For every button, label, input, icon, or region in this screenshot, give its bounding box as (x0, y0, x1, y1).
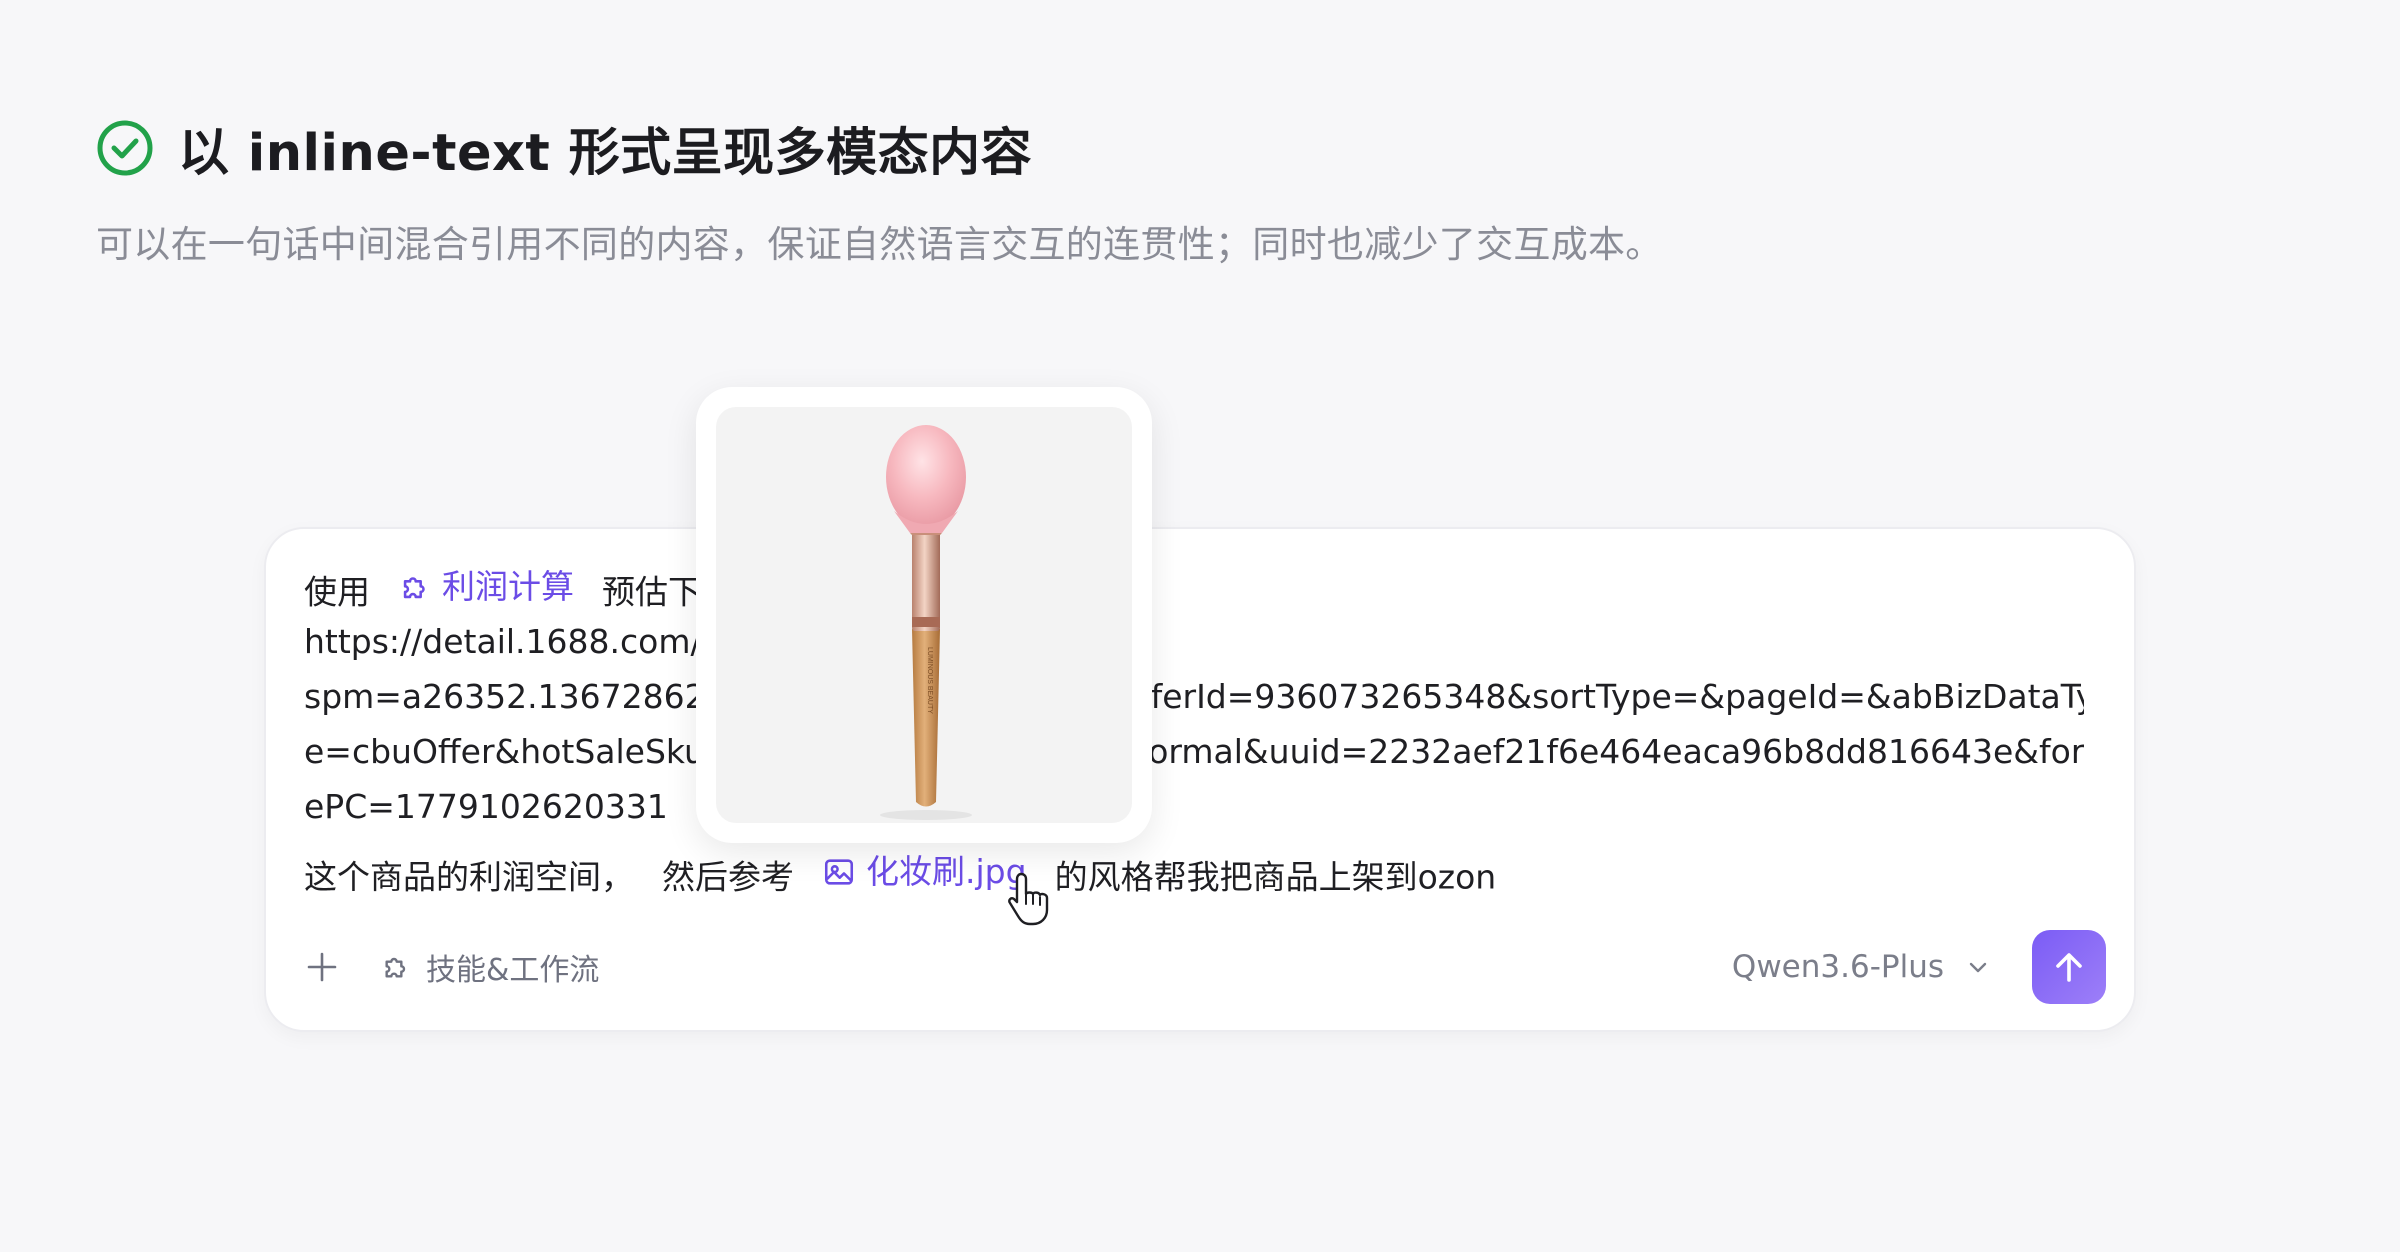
input-toolbar: 技能&工作流 Qwen3.6-Plus (304, 930, 2106, 1004)
chevron-down-icon (1969, 962, 1987, 973)
skill-chip-label: 利润计算 (442, 567, 574, 606)
skills-workflow-label: 技能&工作流 (426, 953, 600, 988)
puzzle-icon (403, 576, 425, 598)
image-preview-popover: LUMINOUS BEAUTY (696, 387, 1152, 843)
message-line: ePC=1779102620331 (304, 779, 2084, 834)
title-row: 以 inline-text 形式呈现多模态内容 (96, 112, 1663, 184)
page-title: 以 inline-text 形式呈现多模态内容 (178, 124, 1033, 183)
send-button[interactable] (2032, 930, 2106, 1004)
url-text: spm=a26352.13672862.o (304, 677, 737, 716)
url-text: https://detail.1688.com/o (304, 622, 722, 661)
image-icon (824, 858, 854, 885)
message-text: 的风格帮我把商品上架到ozon (1054, 857, 1497, 897)
hand-pointer-icon (1007, 870, 1053, 926)
message-line: 使用 利润计算 预估下 (304, 559, 2084, 614)
message-text: 这个商品的利润空间， (304, 857, 634, 897)
page-subtitle: 可以在一句话中间混合引用不同的内容，保证自然语言交互的连贯性；同时也减少了交互成… (96, 223, 1663, 266)
makeup-brush-image: LUMINOUS BEAUTY (716, 407, 1132, 823)
message-editor[interactable]: 使用 利润计算 预估下 https://detail.1688.com/o spm=… (304, 559, 2084, 899)
image-chip-label: 化妆刷.jpg (866, 852, 1027, 891)
puzzle-icon (385, 957, 406, 978)
url-text: e=cbuOffer&hotSaleSkuI (304, 732, 715, 771)
arrow-up-icon (2056, 953, 2082, 982)
message-line: e=cbuOffer&hotSaleSkuI =normal&uuid=2232a… (304, 724, 2084, 779)
image-chip[interactable]: 化妆刷.jpg (822, 844, 1027, 899)
message-text: 使用 (304, 572, 370, 612)
skill-chip-profit[interactable]: 利润计算 (398, 559, 574, 614)
chat-input-box[interactable]: 使用 利润计算 预估下 https://detail.1688.com/o spm=… (264, 527, 2136, 1032)
message-text: 预估下 (602, 572, 701, 612)
model-name: Qwen3.6-Plus (1731, 949, 1944, 985)
model-selector[interactable]: Qwen3.6-Plus (1732, 949, 1990, 985)
url-text: ePC=1779102620331 (304, 787, 668, 826)
feature-header: 以 inline-text 形式呈现多模态内容 可以在一句话中间混合引用不同的内… (96, 112, 1663, 268)
brush-text: LUMINOUS BEAUTY (926, 647, 933, 714)
url-text: =normal&uuid=2232aef21f6e464eaca96b8dd81… (1099, 732, 2084, 771)
message-line: 这个商品的利润空间， 然后参考 化妆刷.jpg 的风格帮我把商品上架到ozon (304, 844, 2084, 899)
message-line: spm=a26352.13672862.o offerId=93607326534… (304, 669, 2084, 724)
check-circle-icon (96, 119, 154, 177)
plus-icon[interactable] (304, 949, 340, 985)
url-text: offerId=936073265348&sortType=&pageId=&a… (1119, 677, 2084, 716)
message-text: 然后参考 (662, 857, 794, 897)
skills-workflow-button[interactable]: 技能&工作流 (380, 945, 599, 989)
message-line: https://detail.1688.com/o (304, 614, 2084, 669)
